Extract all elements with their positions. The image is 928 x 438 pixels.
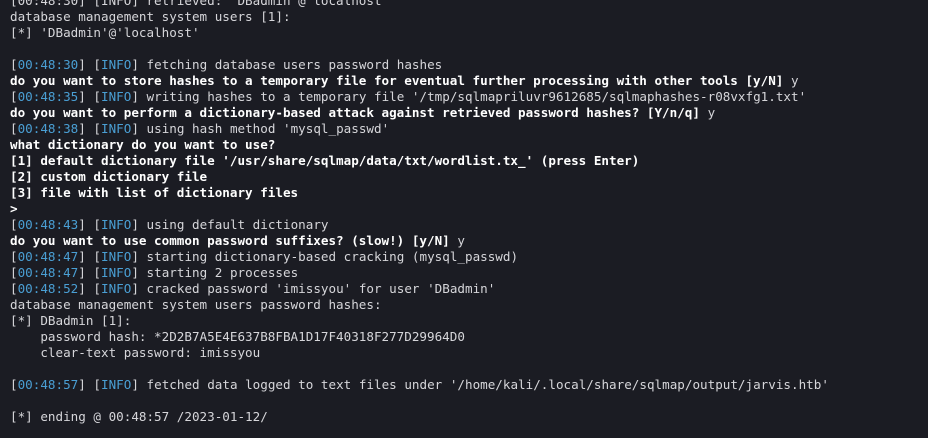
prompt-question: do you want to store hashes to a tempora… xyxy=(10,73,784,88)
log-timestamp: 00:48:52 xyxy=(17,281,79,296)
log-message: cracked password 'imissyou' for user 'DB… xyxy=(138,281,496,296)
log-message: writing hashes to a temporary file '/tmp… xyxy=(138,89,807,104)
terminal-line: database management system users [1]: xyxy=(10,9,928,25)
log-message: starting dictionary-based cracking (mysq… xyxy=(138,249,519,264)
terminal-line: [00:48:35] [INFO] writing hashes to a te… xyxy=(10,89,807,104)
log-level: INFO xyxy=(101,57,132,72)
log-level: INFO xyxy=(101,265,132,280)
log-message: using default dictionary xyxy=(138,217,329,232)
log-timestamp: 00:48:35 xyxy=(17,89,79,104)
log-level: INFO xyxy=(101,377,132,392)
log-level: INFO xyxy=(101,121,132,136)
terminal-output[interactable]: [00:48:30] [INFO] retrieved: 'DBadmin'@'… xyxy=(0,0,928,438)
log-message: fetched data logged to text files under … xyxy=(138,377,829,392)
log-message: using hash method 'mysql_passwd' xyxy=(138,121,390,136)
output-text: database management system users passwor… xyxy=(10,297,382,312)
prompt-answer: y xyxy=(783,73,799,88)
log-timestamp: 00:48:47 xyxy=(17,249,79,264)
prompt-question: [1] default dictionary file '/usr/share/… xyxy=(10,153,640,168)
terminal-line: [*] ending @ 00:48:57 /2023-01-12/ xyxy=(10,409,928,425)
terminal-line: [00:48:47] [INFO] starting dictionary-ba… xyxy=(10,249,519,264)
terminal-line: [00:48:30] [INFO] retrieved: 'DBadmin'@'… xyxy=(10,0,928,9)
terminal-line: [00:48:43] [INFO] using default dictiona… xyxy=(10,217,329,232)
log-timestamp: 00:48:38 xyxy=(17,121,79,136)
log-timestamp: 00:48:43 xyxy=(17,217,79,232)
prompt-question: [3] file with list of dictionary files xyxy=(10,185,299,200)
terminal-line: [2] custom dictionary file xyxy=(10,169,928,185)
terminal-line: what dictionary do you want to use? xyxy=(10,137,928,153)
log-timestamp: 00:48:57 xyxy=(17,377,79,392)
terminal-line: [3] file with list of dictionary files xyxy=(10,185,928,201)
terminal-line: [1] default dictionary file '/usr/share/… xyxy=(10,153,928,169)
log-timestamp: 00:48:47 xyxy=(17,265,79,280)
terminal-line: [00:48:57] [INFO] fetched data logged to… xyxy=(10,377,829,392)
terminal-line: do you want to store hashes to a tempora… xyxy=(10,73,928,89)
output-text: [*] 'DBadmin'@'localhost' xyxy=(10,25,200,40)
prompt-answer: y xyxy=(449,233,465,248)
prompt-answer: y xyxy=(699,105,716,120)
log-timestamp: 00:48:30 xyxy=(17,57,79,72)
terminal-line: [00:48:38] [INFO] using hash method 'mys… xyxy=(10,121,390,136)
log-message: starting 2 processes xyxy=(138,265,299,280)
output-text: password hash: *2D2B7A5E4E637B8FBA1D17F4… xyxy=(10,329,465,344)
prompt-question: [2] custom dictionary file xyxy=(10,169,208,184)
output-text: clear-text password: imissyou xyxy=(10,345,261,360)
prompt-question: what dictionary do you want to use? xyxy=(10,137,276,152)
prompt-question: > xyxy=(10,201,18,216)
terminal-line: [00:48:47] [INFO] starting 2 processes xyxy=(10,265,299,280)
log-level: INFO xyxy=(101,281,132,296)
output-text: database management system users [1]: xyxy=(10,9,291,24)
terminal-line: do you want to use common password suffi… xyxy=(10,233,928,249)
terminal-line: [00:48:30] [INFO] fetching database user… xyxy=(10,57,443,72)
terminal-line: [*] DBadmin [1]: xyxy=(10,313,928,329)
terminal-line: [*] 'DBadmin'@'localhost' xyxy=(10,25,928,41)
terminal-line: clear-text password: imissyou xyxy=(10,345,928,361)
output-text: [*] ending @ 00:48:57 /2023-01-12/ xyxy=(10,409,268,424)
prompt-question: do you want to perform a dictionary-base… xyxy=(10,105,700,120)
log-message: fetching database users password hashes xyxy=(138,57,443,72)
terminal-line: > xyxy=(10,201,928,217)
prompt-question: do you want to use common password suffi… xyxy=(10,233,450,248)
terminal-line: password hash: *2D2B7A5E4E637B8FBA1D17F4… xyxy=(10,329,928,345)
terminal-line: do you want to perform a dictionary-base… xyxy=(10,105,928,121)
log-level: INFO xyxy=(101,217,132,232)
terminal-line: [00:48:52] [INFO] cracked password 'imis… xyxy=(10,281,496,296)
output-text: [*] DBadmin [1]: xyxy=(10,313,132,328)
log-level: INFO xyxy=(101,89,132,104)
log-level: INFO xyxy=(101,249,132,264)
terminal-line: database management system users passwor… xyxy=(10,297,928,313)
output-text: [00:48:30] [INFO] retrieved: 'DBadmin'@'… xyxy=(10,0,390,8)
